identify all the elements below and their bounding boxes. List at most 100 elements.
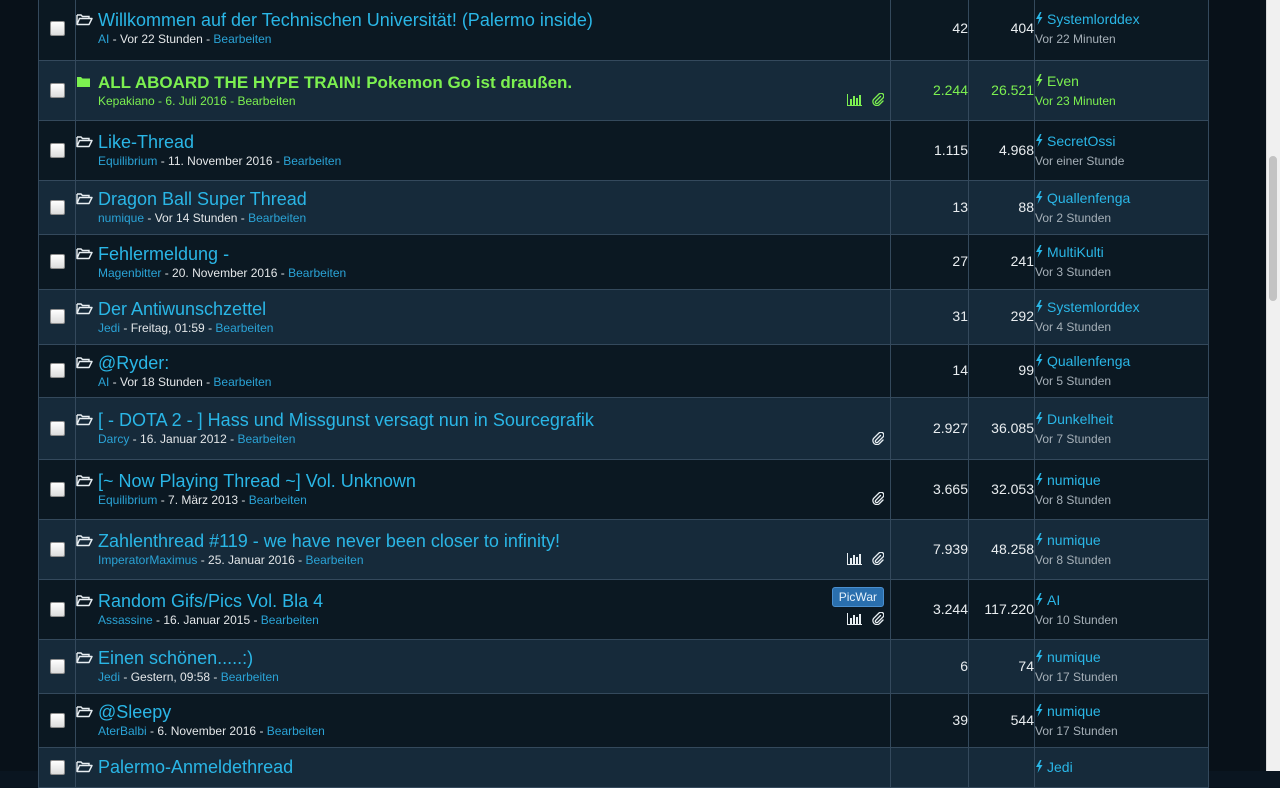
- last-post-user[interactable]: Systemlorddex: [1035, 298, 1208, 318]
- thread-edit-link[interactable]: Bearbeiten: [237, 432, 295, 446]
- last-post-username[interactable]: SecretOssi: [1047, 133, 1115, 149]
- thread-author-link[interactable]: AterBalbi: [98, 724, 147, 738]
- thread-start-date: Vor 22 Stunden: [120, 32, 203, 46]
- thread-author-link[interactable]: Kepakiano: [98, 94, 155, 108]
- thread-author-link[interactable]: ImperatorMaximus: [98, 553, 197, 567]
- thread-title-link[interactable]: Dragon Ball Super Thread: [98, 189, 890, 210]
- thread-title-link[interactable]: @Ryder:: [98, 353, 890, 374]
- thread-select-checkbox[interactable]: [49, 199, 65, 215]
- meta-separator: -: [129, 432, 141, 446]
- last-post-username[interactable]: Even: [1047, 73, 1079, 89]
- thread-edit-link[interactable]: Bearbeiten: [261, 613, 319, 627]
- replies-cell: 6: [890, 639, 969, 694]
- last-post-cell: Quallenfenga Vor 5 Stunden: [1034, 344, 1209, 398]
- meta-separator: -: [256, 724, 267, 738]
- scrollbar-thumb[interactable]: [1269, 156, 1277, 301]
- last-post-cell: numique Vor 17 Stunden: [1034, 693, 1209, 748]
- thread-select-checkbox[interactable]: [49, 420, 65, 436]
- thread-edit-link[interactable]: Bearbeiten: [221, 670, 279, 684]
- thread-author-link[interactable]: Assassine: [98, 613, 153, 627]
- thread-title-link[interactable]: Willkommen auf der Technischen Universit…: [98, 10, 890, 31]
- last-post-user[interactable]: numique: [1035, 702, 1208, 722]
- meta-separator: -: [202, 374, 214, 389]
- thread-prefix-badge[interactable]: PicWar: [831, 587, 884, 607]
- thread-author-link[interactable]: AI: [98, 32, 109, 46]
- last-post-user[interactable]: Even: [1035, 72, 1208, 92]
- last-post-user[interactable]: MultiKulti: [1035, 243, 1208, 263]
- last-post-username[interactable]: Quallenfenga: [1047, 190, 1130, 206]
- thread-author-link[interactable]: numique: [98, 211, 144, 225]
- thread-select-checkbox[interactable]: [49, 658, 65, 674]
- last-post-username[interactable]: MultiKulti: [1047, 244, 1104, 260]
- thread-select-checkbox[interactable]: [49, 82, 65, 98]
- thread-select-checkbox[interactable]: [49, 142, 65, 158]
- replies-cell: 27: [890, 234, 969, 290]
- last-post-user[interactable]: AI: [1035, 591, 1208, 611]
- thread-edit-link[interactable]: Bearbeiten: [213, 375, 271, 389]
- thread-meta: ImperatorMaximus - 25. Januar 2016 - Bea…: [98, 552, 890, 568]
- thread-author-link[interactable]: Equilibrium: [98, 154, 157, 168]
- last-post-username[interactable]: numique: [1047, 532, 1101, 548]
- last-post-user[interactable]: Quallenfenga: [1035, 189, 1208, 209]
- last-post-user[interactable]: numique: [1035, 531, 1208, 551]
- last-post-username[interactable]: numique: [1047, 649, 1101, 665]
- last-post-user[interactable]: Systemlorddex: [1035, 10, 1208, 30]
- thread-start-date: 25. Januar 2016: [208, 553, 295, 567]
- thread-select-checkbox[interactable]: [49, 363, 65, 379]
- last-post-cell: AI Vor 10 Stunden: [1034, 579, 1209, 640]
- thread-edit-link[interactable]: Bearbeiten: [249, 493, 307, 507]
- scrollbar-track[interactable]: [1266, 0, 1280, 771]
- last-post-user[interactable]: Quallenfenga: [1035, 352, 1208, 372]
- thread-edit-link[interactable]: Bearbeiten: [267, 724, 325, 738]
- last-post-username[interactable]: Dunkelheit: [1047, 411, 1113, 427]
- views-cell: 74: [968, 639, 1035, 694]
- thread-title-link[interactable]: [ - DOTA 2 - ] Hass und Missgunst versag…: [98, 410, 890, 431]
- thread-select-checkbox[interactable]: [49, 759, 65, 775]
- thread-edit-link[interactable]: Bearbeiten: [213, 32, 271, 46]
- thread-select-checkbox[interactable]: [49, 20, 65, 36]
- thread-author-link[interactable]: Jedi: [98, 321, 120, 335]
- last-post-username[interactable]: Quallenfenga: [1047, 353, 1130, 369]
- thread-title-link[interactable]: Zahlenthread #119 - we have never been c…: [98, 531, 890, 552]
- thread-title-link[interactable]: Einen schönen.....:): [98, 648, 890, 669]
- thread-title-link[interactable]: Der Antiwunschzettel: [98, 299, 890, 320]
- thread-title-link[interactable]: @Sleepy: [98, 702, 890, 723]
- thread-edit-link[interactable]: Bearbeiten: [237, 94, 295, 108]
- last-post-username[interactable]: numique: [1047, 472, 1101, 488]
- thread-edit-link[interactable]: Bearbeiten: [288, 266, 346, 280]
- thread-author-link[interactable]: Magenbitter: [98, 266, 161, 280]
- thread-row: Palermo-Anmeldethread Jedi: [38, 747, 1209, 788]
- thread-select-checkbox[interactable]: [49, 481, 65, 497]
- thread-title-link[interactable]: Palermo-Anmeldethread: [98, 757, 890, 778]
- last-post-user[interactable]: numique: [1035, 471, 1208, 491]
- thread-author-link[interactable]: Jedi: [98, 670, 120, 684]
- thread-author-link[interactable]: Equilibrium: [98, 493, 157, 507]
- last-post-username[interactable]: Systemlorddex: [1047, 11, 1140, 27]
- last-post-username[interactable]: AI: [1047, 592, 1060, 608]
- thread-select-checkbox[interactable]: [49, 601, 65, 617]
- thread-select-checkbox[interactable]: [49, 541, 65, 557]
- last-post-user[interactable]: Dunkelheit: [1035, 410, 1208, 430]
- thread-title-link[interactable]: Random Gifs/Pics Vol. Bla 4: [98, 591, 890, 612]
- last-post-user[interactable]: Jedi: [1035, 758, 1208, 778]
- thread-main-cell: Willkommen auf der Technischen Universit…: [75, 0, 891, 61]
- thread-select-checkbox[interactable]: [49, 309, 65, 325]
- last-post-user[interactable]: numique: [1035, 648, 1208, 668]
- thread-select-checkbox[interactable]: [49, 254, 65, 270]
- last-post-user[interactable]: SecretOssi: [1035, 132, 1208, 152]
- thread-title-link[interactable]: Fehlermeldung -: [98, 244, 890, 265]
- thread-title-link[interactable]: [~ Now Playing Thread ~] Vol. Unknown: [98, 471, 890, 492]
- thread-title-link[interactable]: ALL ABOARD THE HYPE TRAIN! Pokemon Go is…: [98, 72, 890, 93]
- last-post-username[interactable]: Systemlorddex: [1047, 299, 1140, 315]
- thread-edit-link[interactable]: Bearbeiten: [248, 211, 306, 225]
- thread-author-link[interactable]: AI: [98, 375, 109, 389]
- thread-edit-link[interactable]: Bearbeiten: [283, 154, 341, 168]
- thread-select-checkbox[interactable]: [49, 712, 65, 728]
- thread-author-link[interactable]: Darcy: [98, 432, 129, 446]
- thread-edit-link[interactable]: Bearbeiten: [305, 553, 363, 567]
- thread-title-link[interactable]: Like-Thread: [98, 132, 890, 153]
- last-post-username[interactable]: Jedi: [1047, 759, 1073, 775]
- last-post-username[interactable]: numique: [1047, 703, 1101, 719]
- reply-count: 2.244: [932, 81, 968, 98]
- thread-edit-link[interactable]: Bearbeiten: [215, 321, 273, 335]
